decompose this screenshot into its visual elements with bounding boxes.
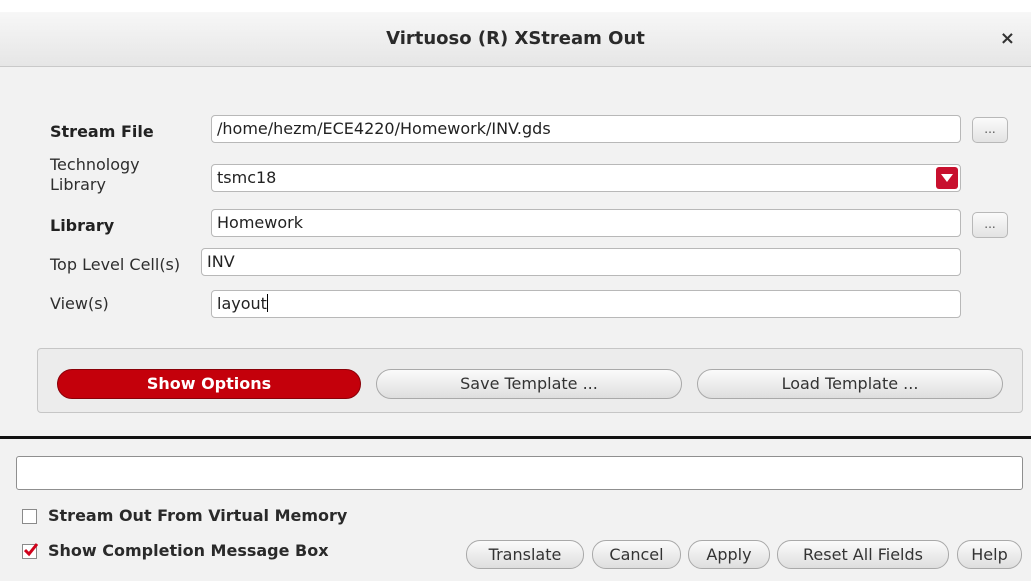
stream-out-form: Stream File /home/hezm/ECE4220/Homework/… (37, 112, 1008, 342)
cancel-button[interactable]: Cancel (592, 540, 681, 569)
stream-file-browse-button[interactable]: ... (972, 117, 1008, 143)
dialog-body: Stream File /home/hezm/ECE4220/Homework/… (0, 67, 1031, 581)
views-input[interactable]: layout (211, 290, 961, 318)
library-input[interactable]: Homework (211, 209, 961, 237)
dropdown-arrow-icon[interactable] (936, 167, 958, 189)
technology-library-label-line2: Library (50, 175, 106, 194)
section-divider (0, 436, 1031, 439)
technology-library-label: Technology Library (50, 155, 140, 195)
virtual-memory-checkbox[interactable] (22, 509, 37, 524)
library-browse-button[interactable]: ... (972, 212, 1008, 238)
technology-library-label-line1: Technology (50, 155, 140, 174)
close-icon[interactable]: × (1000, 12, 1015, 66)
top-level-cells-input[interactable]: INV (201, 248, 961, 276)
stream-file-input[interactable]: /home/hezm/ECE4220/Homework/INV.gds (211, 115, 961, 143)
apply-button[interactable]: Apply (688, 540, 770, 569)
window-title: Virtuoso (R) XStream Out (386, 28, 645, 49)
library-label: Library (50, 216, 115, 235)
completion-message-checkbox[interactable] (22, 543, 38, 559)
template-options-panel: Show Options Save Template ... Load Temp… (37, 348, 1023, 413)
top-level-cells-label: Top Level Cell(s) (50, 255, 181, 274)
stream-file-label: Stream File (50, 122, 154, 141)
show-options-button[interactable]: Show Options (57, 369, 361, 399)
status-message-field (16, 456, 1023, 490)
technology-library-value: tsmc18 (217, 168, 277, 187)
save-template-button[interactable]: Save Template ... (376, 369, 682, 399)
views-label: View(s) (50, 294, 109, 313)
text-cursor (266, 294, 268, 312)
title-bar: Virtuoso (R) XStream Out × (0, 12, 1031, 67)
load-template-button[interactable]: Load Template ... (697, 369, 1003, 399)
checkmark-icon (24, 543, 38, 557)
help-button[interactable]: Help (957, 540, 1022, 569)
completion-message-label: Show Completion Message Box (48, 541, 329, 560)
views-value: layout (217, 294, 267, 313)
translate-button[interactable]: Translate (466, 540, 584, 569)
technology-library-select[interactable]: tsmc18 (211, 164, 961, 192)
virtual-memory-label: Stream Out From Virtual Memory (48, 506, 348, 525)
reset-all-fields-button[interactable]: Reset All Fields (777, 540, 949, 569)
